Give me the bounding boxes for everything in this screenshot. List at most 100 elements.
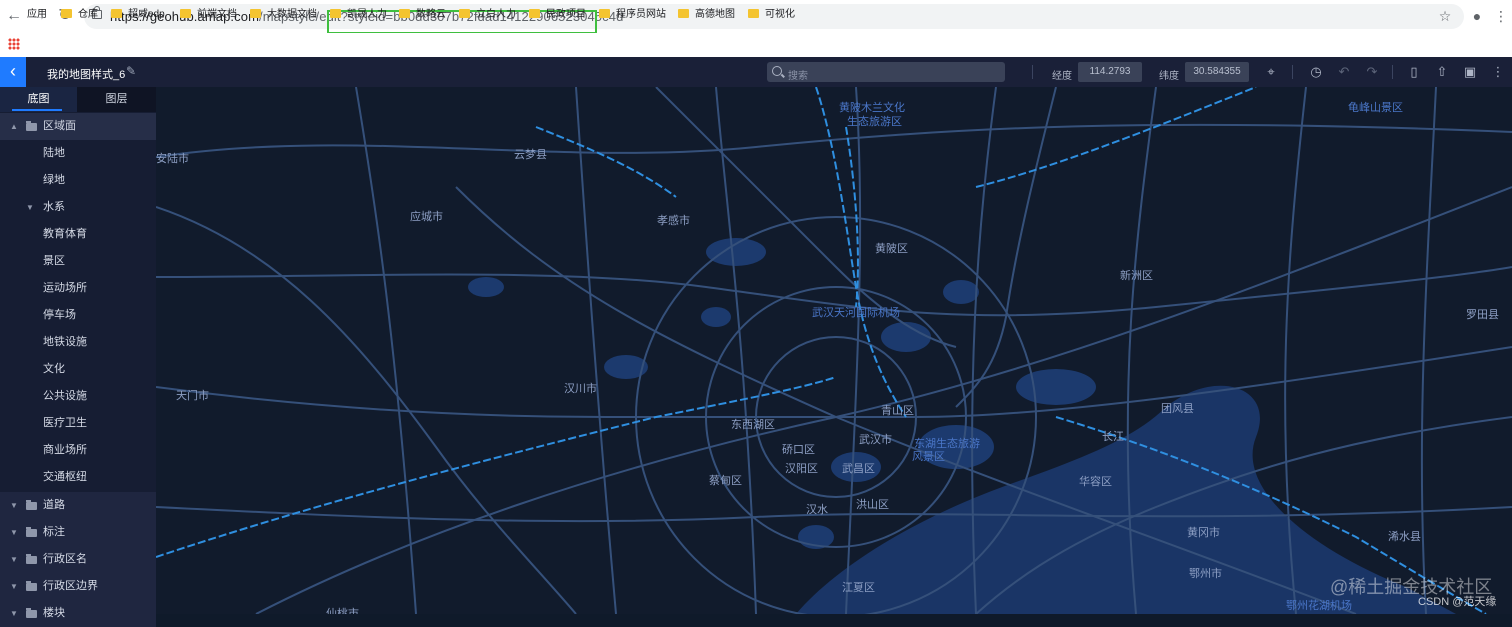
bookmark-item[interactable]: 仓库 [61, 5, 98, 20]
longitude-field[interactable]: 114.2793 [1078, 62, 1142, 82]
bookmark-item[interactable]: 立白人力 [459, 5, 516, 20]
folder-icon [180, 9, 191, 18]
pencil-icon[interactable]: ✎ [126, 64, 136, 78]
map-label: 云梦县 [514, 149, 547, 161]
map-label: 罗田县 [1466, 309, 1499, 321]
sidebar-item-medical[interactable]: 医疗卫生 [0, 410, 156, 437]
folder-icon [26, 527, 37, 537]
latitude-field[interactable]: 30.584355 [1185, 62, 1249, 82]
map-label: 洪山区 [856, 499, 889, 511]
mobile-preview-icon[interactable]: ▯ [1406, 63, 1422, 81]
folder-icon [111, 9, 122, 18]
latitude-label: 纬度 [1159, 71, 1179, 82]
csdn-watermark: CSDN @范天缘 [1418, 596, 1497, 608]
sidebar-item-education[interactable]: 教育体育 [0, 221, 156, 248]
caret-down-icon: ▼ [26, 203, 34, 212]
folder-icon [330, 9, 341, 18]
folder-icon [26, 121, 37, 131]
map-label: 武汉市 [859, 434, 892, 446]
locate-icon[interactable]: ⌖ [1263, 63, 1279, 81]
map-label: 黄陂区 [875, 243, 908, 255]
save-icon[interactable]: ▣ [1462, 63, 1478, 81]
sidebar-item-transport[interactable]: 交通枢纽 [0, 464, 156, 491]
chevron-left-icon: ‹ [10, 61, 16, 81]
sidebar-item-subway[interactable]: 地铁设施 [0, 329, 156, 356]
map-label: 应城市 [410, 211, 443, 223]
group-label: 区域面 [43, 120, 76, 132]
bookmark-item[interactable]: 可视化 [748, 5, 795, 20]
sidebar-item-commercial[interactable]: 商业场所 [0, 437, 156, 464]
item-label: 医疗卫生 [43, 417, 87, 429]
caret-up-icon: ▲ [10, 122, 18, 131]
map-label: 生态旅游区 [847, 116, 902, 128]
arrow-left-icon[interactable]: ← [3, 5, 25, 27]
bookmark-apps[interactable]: 应用 [27, 5, 47, 20]
sidebar-item-water[interactable]: ▼ 水系 [0, 194, 156, 221]
map-label: 硚口区 [782, 444, 815, 456]
sidebar-group-road[interactable]: ▼ 道路 [0, 492, 156, 519]
search-placeholder: 搜索 [788, 71, 808, 82]
sidebar-item-scenic[interactable]: 景区 [0, 248, 156, 275]
bookmark-item[interactable]: 超威edp [111, 5, 165, 20]
tab-layers[interactable]: 图层 [77, 87, 156, 112]
sidebar-item-public[interactable]: 公共设施 [0, 383, 156, 410]
search-icon [772, 66, 782, 76]
map-label: 武汉天河国际机场 [812, 307, 900, 319]
map-label: 安陆市 [156, 153, 189, 165]
item-label: 水系 [43, 201, 65, 213]
sidebar-group-admin-border[interactable]: ▼ 行政区边界 [0, 573, 156, 600]
back-button[interactable]: ‹ [0, 57, 26, 87]
map-style-title: 我的地图样式_6 [47, 69, 126, 81]
sidebar-item-culture[interactable]: 文化 [0, 356, 156, 383]
sidebar-item-sports[interactable]: 运动场所 [0, 275, 156, 302]
map-label: 华容区 [1079, 476, 1112, 488]
map-label: 长江 [1102, 431, 1124, 443]
map-label: 鄂州市 [1189, 568, 1222, 580]
sidebar-item-greenland[interactable]: 绿地 [0, 167, 156, 194]
map-label: 青山区 [881, 405, 914, 417]
map-label: 黄冈市 [1187, 527, 1220, 539]
sidebar-item-parking[interactable]: 停车场 [0, 302, 156, 329]
redo-icon[interactable]: ↷ [1364, 63, 1380, 81]
undo-icon[interactable]: ↶ [1336, 63, 1352, 81]
bookmark-item[interactable]: 大数据文档 [250, 5, 317, 20]
history-icon[interactable]: ◷ [1308, 63, 1324, 81]
item-label: 公共设施 [43, 390, 87, 402]
menu-dots-icon[interactable]: ⋮ [1490, 5, 1512, 27]
caret-down-icon: ▼ [10, 528, 18, 537]
bookmark-item[interactable]: 前端文档 [180, 5, 237, 20]
bookmark-item[interactable]: 程序员网站 [599, 5, 666, 20]
bookmark-item[interactable]: 数略云 [399, 5, 446, 20]
item-label: 停车场 [43, 309, 76, 321]
bookmark-item[interactable]: 凯晟人力 [330, 5, 387, 20]
map-label: 江夏区 [842, 582, 875, 594]
folder-icon [399, 9, 410, 18]
item-label: 运动场所 [43, 282, 87, 294]
sidebar-group-admin-name[interactable]: ▼ 行政区名 [0, 546, 156, 573]
sidebar-group-region[interactable]: ▲ 区域面 [0, 113, 156, 140]
bookmark-item[interactable]: 高德地图 [678, 5, 735, 20]
bookmark-item[interactable]: 民政项目 [529, 5, 586, 20]
map-label: 龟峰山景区 [1348, 102, 1403, 114]
map-label: 汉水 [806, 504, 828, 516]
sidebar-group-label[interactable]: ▼ 标注 [0, 519, 156, 546]
folder-icon [26, 581, 37, 591]
tab-active-indicator [12, 109, 62, 111]
profile-icon[interactable]: ● [1466, 5, 1488, 27]
folder-icon [599, 9, 610, 18]
item-label: 文化 [43, 363, 65, 375]
star-icon[interactable]: ☆ [1434, 5, 1456, 27]
map-label: 鄂州花湖机场 [1286, 600, 1352, 612]
item-label: 商业场所 [43, 444, 87, 456]
sidebar-item-land[interactable]: 陆地 [0, 140, 156, 167]
longitude-label: 经度 [1052, 71, 1072, 82]
group-label: 道路 [43, 499, 65, 511]
map-canvas[interactable]: 黄陂木兰文化 生态旅游区 龟峰山景区 安陆市 云梦县 应城市 孝感市 黄陂区 新… [156, 87, 1512, 614]
group-label: 标注 [43, 526, 65, 538]
map-label: 汉川市 [564, 383, 597, 395]
more-icon[interactable]: ⋮ [1490, 63, 1506, 81]
apps-grid-icon[interactable] [8, 38, 20, 50]
divider [1032, 65, 1033, 79]
share-icon[interactable]: ⇧ [1434, 63, 1450, 81]
map-roads [156, 87, 1512, 614]
